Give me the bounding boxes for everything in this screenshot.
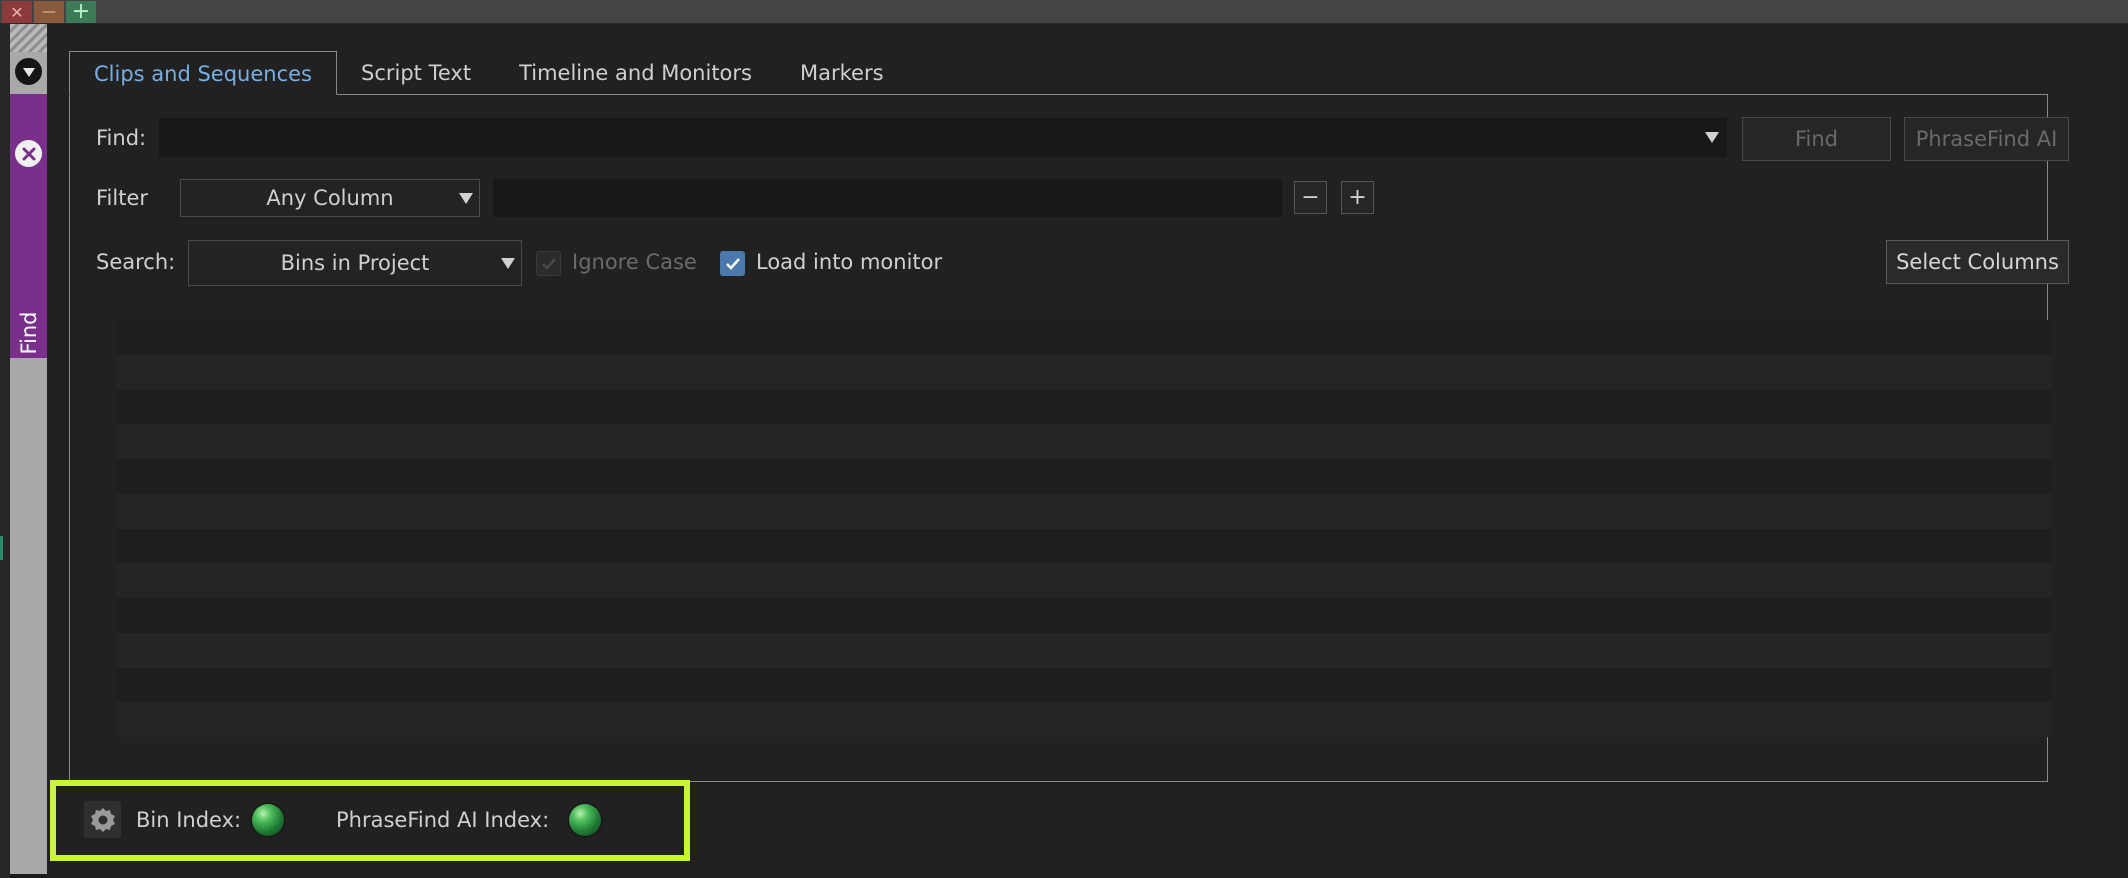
window-close-button[interactable]: ✕ (2, 1, 32, 23)
checkmark-icon (725, 257, 740, 270)
list-row (116, 528, 2052, 564)
edge-marker (0, 536, 3, 560)
list-row (116, 493, 2052, 529)
find-history-dropdown-icon[interactable] (1705, 132, 1719, 143)
find-label: Find: (96, 126, 147, 150)
phrasefind-ai-index-status-indicator (569, 804, 601, 836)
index-settings-button[interactable] (84, 801, 121, 838)
minus-icon: − (1301, 185, 1320, 210)
add-filter-button[interactable]: + (1341, 181, 1374, 214)
load-into-monitor-label: Load into monitor (756, 250, 943, 274)
tab-bar: Clips and Sequences Script Text Timeline… (69, 51, 908, 95)
find-tab-label: Find (17, 311, 41, 355)
filter-column-select[interactable]: Any Column (180, 179, 480, 217)
list-row (116, 354, 2052, 390)
search-scope-value: Bins in Project (280, 251, 430, 275)
maximize-icon: + (71, 0, 91, 24)
side-tab-strip: Find (10, 24, 47, 874)
window-maximize-button[interactable]: + (66, 1, 96, 23)
tab-clips-and-sequences[interactable]: Clips and Sequences (69, 51, 337, 95)
list-row (116, 459, 2052, 494)
filter-label: Filter (96, 186, 149, 210)
list-row (116, 563, 2052, 598)
load-into-monitor-checkbox[interactable] (720, 251, 745, 276)
chevron-down-icon (22, 67, 35, 77)
close-icon: ✕ (10, 2, 24, 22)
phrasefind-ai-button[interactable]: PhraseFind AI (1904, 117, 2069, 161)
filter-column-value: Any Column (266, 186, 394, 210)
find-panel: Clips and Sequences Script Text Timeline… (47, 24, 2128, 878)
tab-timeline-and-monitors[interactable]: Timeline and Monitors (495, 51, 776, 95)
search-label: Search: (96, 250, 176, 274)
select-columns-button[interactable]: Select Columns (1886, 240, 2069, 284)
list-row (116, 667, 2052, 703)
list-row (116, 424, 2052, 459)
find-input[interactable] (159, 118, 1727, 157)
bin-index-label: Bin Index: (136, 808, 242, 832)
list-row (116, 389, 2052, 425)
search-scope-select[interactable]: Bins in Project (188, 240, 522, 286)
list-row (116, 320, 2052, 355)
plus-icon: + (1348, 185, 1367, 210)
tab-menu-button[interactable] (15, 58, 42, 85)
find-button[interactable]: Find (1742, 117, 1891, 161)
tab-markers[interactable]: Markers (776, 51, 908, 95)
drag-handle[interactable] (10, 24, 47, 52)
gear-icon (90, 807, 115, 832)
title-bar: ✕ — + (0, 0, 2128, 24)
left-edge (0, 24, 10, 878)
list-row (116, 632, 2052, 668)
bin-index-status-indicator (252, 804, 284, 836)
results-list[interactable] (116, 320, 2052, 737)
ignore-case-checkbox[interactable] (536, 251, 561, 276)
remove-filter-button[interactable]: − (1294, 181, 1327, 214)
window-minimize-button[interactable]: — (34, 1, 64, 23)
minimize-icon: — (42, 4, 56, 20)
chevron-down-icon (501, 258, 515, 269)
ignore-case-label: Ignore Case (572, 250, 697, 274)
find-side-tab[interactable]: Find (10, 94, 47, 358)
phrasefind-ai-index-label: PhraseFind AI Index: (336, 808, 550, 832)
find-tab-close-button[interactable] (15, 140, 42, 167)
chevron-down-icon (459, 193, 473, 204)
list-row (116, 702, 2052, 737)
list-row (116, 598, 2052, 633)
close-icon (22, 147, 35, 160)
tab-script-text[interactable]: Script Text (337, 51, 495, 95)
checkmark-icon (541, 257, 556, 270)
filter-input[interactable] (493, 179, 1282, 217)
